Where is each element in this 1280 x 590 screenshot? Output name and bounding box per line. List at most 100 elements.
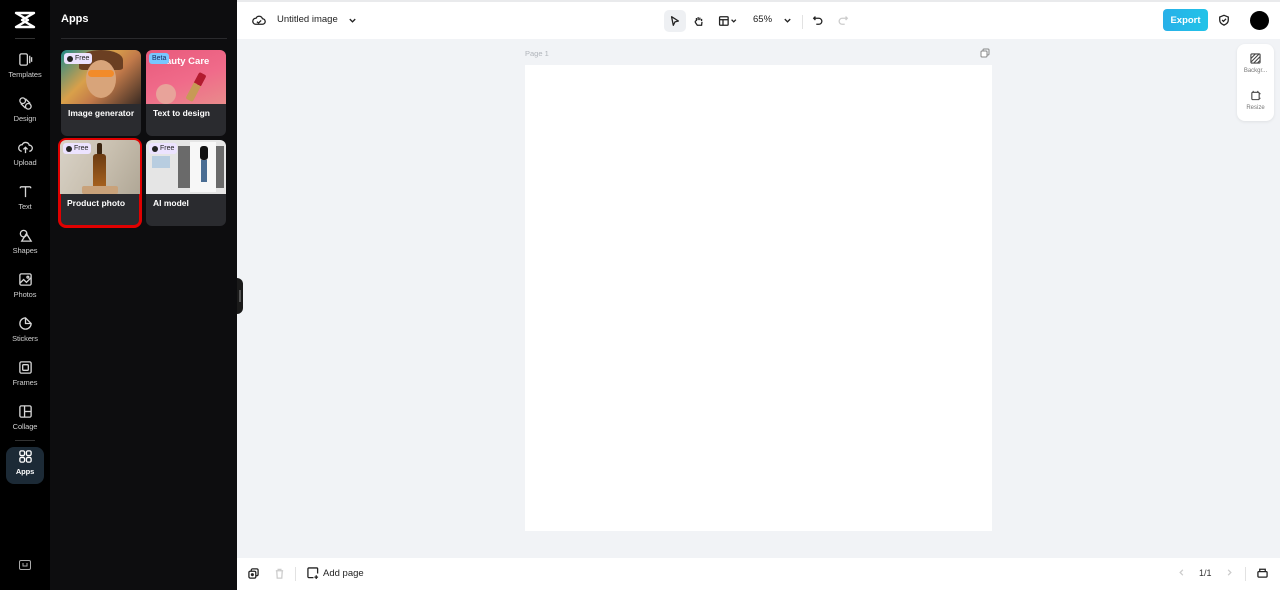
app-card-image-generator[interactable]: Free Image generator [61,50,141,136]
rail-item-design[interactable]: Design [5,94,45,132]
app-root: Templates Design Upload Text Shapes Phot… [0,0,1280,590]
rail-item-label: Frames [12,378,38,387]
layout-menu-button[interactable] [716,11,742,31]
upload-icon [17,141,33,154]
pages-icon [1257,568,1268,578]
rail-item-label: Design [13,114,37,123]
app-card-ai-model[interactable]: Free AI model [146,140,226,226]
shapes-icon [19,229,32,242]
add-page-button[interactable]: Add page [307,567,364,579]
panel-divider [61,38,227,39]
rail-divider [15,440,35,441]
rail-item-label: Apps [15,467,35,476]
apps-panel: Apps Free Image generator auty Care Beta… [50,0,237,590]
rail-item-label: Text [18,202,32,211]
document-title[interactable]: Untitled image [277,14,338,25]
rail-item-collage[interactable]: Collage [5,402,45,440]
toolbar-separator [1245,567,1246,581]
rail-item-stickers[interactable]: Stickers [5,314,45,352]
rail-item-frames[interactable]: Frames [5,358,45,396]
toolbar-separator [802,15,803,29]
rail-item-shapes[interactable]: Shapes [5,226,45,264]
resize-button[interactable]: Resize [1237,90,1274,122]
page-label: Page 1 [525,49,549,58]
card-label: Product photo [67,198,126,208]
next-page-button[interactable] [1225,568,1234,577]
keyboard-shortcuts-icon[interactable] [19,560,31,570]
canvas-page[interactable] [525,65,992,531]
background-icon [1250,53,1261,64]
app-card-text-to-design[interactable]: auty Care Beta Text to design [146,50,226,136]
templates-icon [18,53,32,66]
rail-item-templates[interactable]: Templates [5,50,45,88]
delete-page-button[interactable] [274,568,285,579]
right-tool-panel: Backgr... Resize [1237,44,1274,121]
rail-item-upload[interactable]: Upload [5,138,45,176]
zoom-menu-button[interactable] [782,15,792,25]
cloud-icon [252,15,266,25]
free-badge: Free [64,53,93,64]
duplicate-page-button[interactable] [248,568,259,579]
hand-icon [694,17,703,26]
toolbar-separator [295,567,296,581]
previous-page-button[interactable] [1177,568,1186,577]
resize-icon [1251,90,1261,101]
undo-button[interactable] [811,13,825,27]
background-label: Backgr... [1243,68,1268,74]
app-card-product-photo[interactable]: Free Product photo [58,138,142,228]
chevron-down-icon [348,18,356,23]
rail-item-label: Collage [12,422,38,431]
photos-icon [18,273,32,286]
rail-divider [15,38,35,39]
export-button[interactable]: Export [1163,9,1208,31]
title-menu-button[interactable] [347,15,357,25]
rail-item-text[interactable]: Text [5,182,45,220]
panel-collapse-handle[interactable] [237,278,243,314]
chevron-down-icon [783,18,791,23]
redo-icon [838,16,849,25]
select-tool-button[interactable] [664,10,686,32]
page-counter: 1/1 [1199,568,1212,578]
free-badge: Free [149,143,178,154]
collage-icon [18,405,32,418]
stickers-icon [18,317,32,330]
duplicate-page-icon[interactable] [980,48,990,58]
chevron-right-icon [1227,569,1232,576]
duplicate-icon [248,568,259,579]
rail-item-label: Photos [13,290,37,299]
add-page-icon [307,567,319,579]
add-page-label: Add page [323,567,364,579]
bottom-toolbar: Add page 1/1 [237,558,1280,590]
undo-icon [812,16,823,25]
layout-icon [718,16,737,26]
card-label: Text to design [153,108,210,118]
security-button[interactable] [1217,13,1231,27]
beta-badge: Beta [149,53,170,64]
left-rail: Templates Design Upload Text Shapes Phot… [0,0,50,590]
redo-button[interactable] [836,13,850,27]
card-label: AI model [153,198,189,208]
text-icon [19,186,31,198]
user-avatar[interactable] [1250,11,1269,30]
card-label: Image generator [68,108,135,118]
free-dot-icon [67,55,73,62]
background-button[interactable]: Backgr... [1237,53,1274,85]
design-icon [18,97,32,110]
rail-item-photos[interactable]: Photos [5,270,45,308]
cursor-icon [670,16,680,26]
hand-tool-button[interactable] [689,11,709,31]
rail-item-label: Upload [13,158,37,167]
free-dot-icon [66,145,72,152]
page-manager-button[interactable] [1257,567,1268,578]
rail-item-apps[interactable]: Apps [6,447,44,484]
free-badge: Free [63,143,92,154]
shield-check-icon [1219,14,1229,26]
rail-item-label: Stickers [12,334,38,343]
frames-icon [18,361,32,374]
trash-icon [275,568,284,579]
zoom-level[interactable]: 65% [753,14,772,25]
cloud-sync-button[interactable] [251,13,267,27]
resize-label: Resize [1246,105,1265,111]
capcut-logo-icon[interactable] [14,10,36,30]
chevron-left-icon [1179,569,1184,576]
